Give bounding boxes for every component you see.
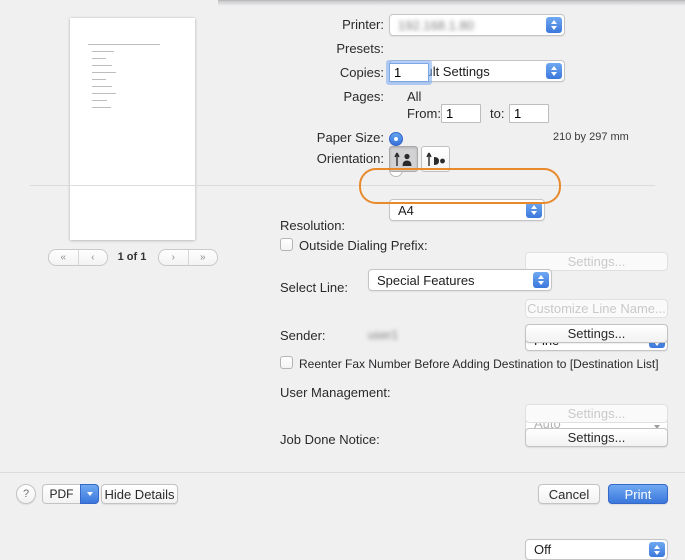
pages-to-label: to:	[490, 106, 504, 121]
user-management-popup[interactable]: Off	[525, 539, 668, 560]
stepper-icon	[649, 542, 665, 557]
stepper-icon	[526, 202, 542, 218]
orientation-portrait-button[interactable]	[389, 146, 418, 172]
help-icon: ?	[23, 488, 29, 500]
paper-size-popup[interactable]: A4	[389, 199, 545, 221]
next-page-icon: ›	[172, 253, 175, 263]
previous-page-icon: ‹	[91, 253, 94, 263]
parent-window-edge	[218, 0, 685, 6]
presets-label: Presets:	[240, 41, 384, 56]
pages-all-label: All	[407, 89, 421, 104]
preview-text-line	[92, 100, 107, 101]
preview-text-line	[88, 44, 160, 45]
job-done-settings-button[interactable]: Settings...	[525, 428, 668, 447]
preview-text-line	[92, 79, 106, 80]
previous-page-button[interactable]: ‹	[79, 250, 108, 265]
pages-all-radio[interactable]	[389, 132, 403, 146]
preview-text-line	[92, 107, 111, 108]
customize-line-name-button[interactable]: Customize Line Name...	[525, 299, 668, 318]
pdf-menu-label: PDF	[42, 484, 80, 504]
printer-label: Printer:	[240, 17, 384, 32]
orientation-portrait-icon	[393, 150, 414, 168]
page-indicator: 1 of 1	[106, 251, 158, 263]
pane-selector-value: Special Features	[377, 273, 475, 288]
first-page-icon: «	[60, 253, 66, 263]
user-management-value: Off	[534, 542, 551, 557]
pages-to-input[interactable]	[509, 104, 549, 123]
outside-dialing-prefix-checkbox[interactable]	[280, 238, 293, 251]
stepper-icon	[546, 63, 562, 79]
copies-input[interactable]	[389, 63, 429, 82]
hide-details-button[interactable]: Hide Details	[101, 484, 178, 504]
help-button[interactable]: ?	[16, 484, 36, 504]
preview-text-line	[92, 51, 114, 52]
preview-text-line	[92, 58, 106, 59]
preview-text-line	[92, 93, 116, 94]
first-page-button[interactable]: «	[49, 250, 79, 265]
user-management-settings-button[interactable]: Settings...	[525, 404, 668, 423]
paper-size-label: Paper Size:	[240, 130, 384, 145]
cancel-button[interactable]: Cancel	[538, 484, 600, 504]
reenter-fax-number-label: Reenter Fax Number Before Adding Destina…	[299, 357, 659, 371]
printer-value: 192.168.1.80	[398, 18, 474, 33]
page-nav-forward-group: › »	[158, 249, 218, 266]
orientation-landscape-button[interactable]	[421, 146, 450, 172]
pdf-menu-button[interactable]: PDF	[42, 484, 99, 504]
print-preview-page	[70, 18, 195, 240]
orientation-landscape-icon	[425, 150, 446, 168]
paper-size-value: A4	[398, 203, 414, 218]
footer-divider	[0, 472, 685, 473]
print-button[interactable]: Print	[608, 484, 668, 504]
preview-text-line	[92, 86, 112, 87]
user-management-label: User Management:	[280, 385, 391, 400]
select-line-label: Select Line:	[280, 280, 348, 295]
last-page-button[interactable]: »	[189, 250, 218, 265]
pane-divider	[30, 185, 655, 186]
reenter-fax-number-checkbox[interactable]	[280, 356, 293, 369]
sender-label: Sender:	[280, 328, 326, 343]
last-page-icon: »	[200, 253, 206, 263]
stepper-icon	[533, 272, 549, 288]
preview-text-line	[92, 65, 112, 66]
print-dialog: { "colors": { "accent_blue": "#3B77DB", …	[0, 0, 685, 517]
preview-text-line	[92, 72, 116, 73]
next-page-button[interactable]: ›	[159, 250, 189, 265]
orientation-label: Orientation:	[240, 151, 384, 166]
stepper-icon	[546, 17, 562, 33]
printer-popup[interactable]: 192.168.1.80	[389, 14, 565, 36]
job-done-notice-label: Job Done Notice:	[280, 432, 380, 447]
sender-settings-button[interactable]: Settings...	[525, 324, 668, 343]
pages-label: Pages:	[240, 89, 384, 104]
pages-from-input[interactable]	[441, 104, 481, 123]
pages-from-label: From:	[407, 106, 441, 121]
copies-label: Copies:	[240, 65, 384, 80]
chevron-down-icon	[80, 484, 99, 504]
resolution-label: Resolution:	[280, 218, 345, 233]
outside-dialing-prefix-label: Outside Dialing Prefix:	[299, 238, 428, 253]
paper-size-dimensions: 210 by 297 mm	[553, 131, 629, 143]
page-nav-back-group: « ‹	[48, 249, 108, 266]
pane-selector-popup[interactable]: Special Features	[368, 269, 552, 291]
sender-value: user1	[368, 328, 398, 342]
